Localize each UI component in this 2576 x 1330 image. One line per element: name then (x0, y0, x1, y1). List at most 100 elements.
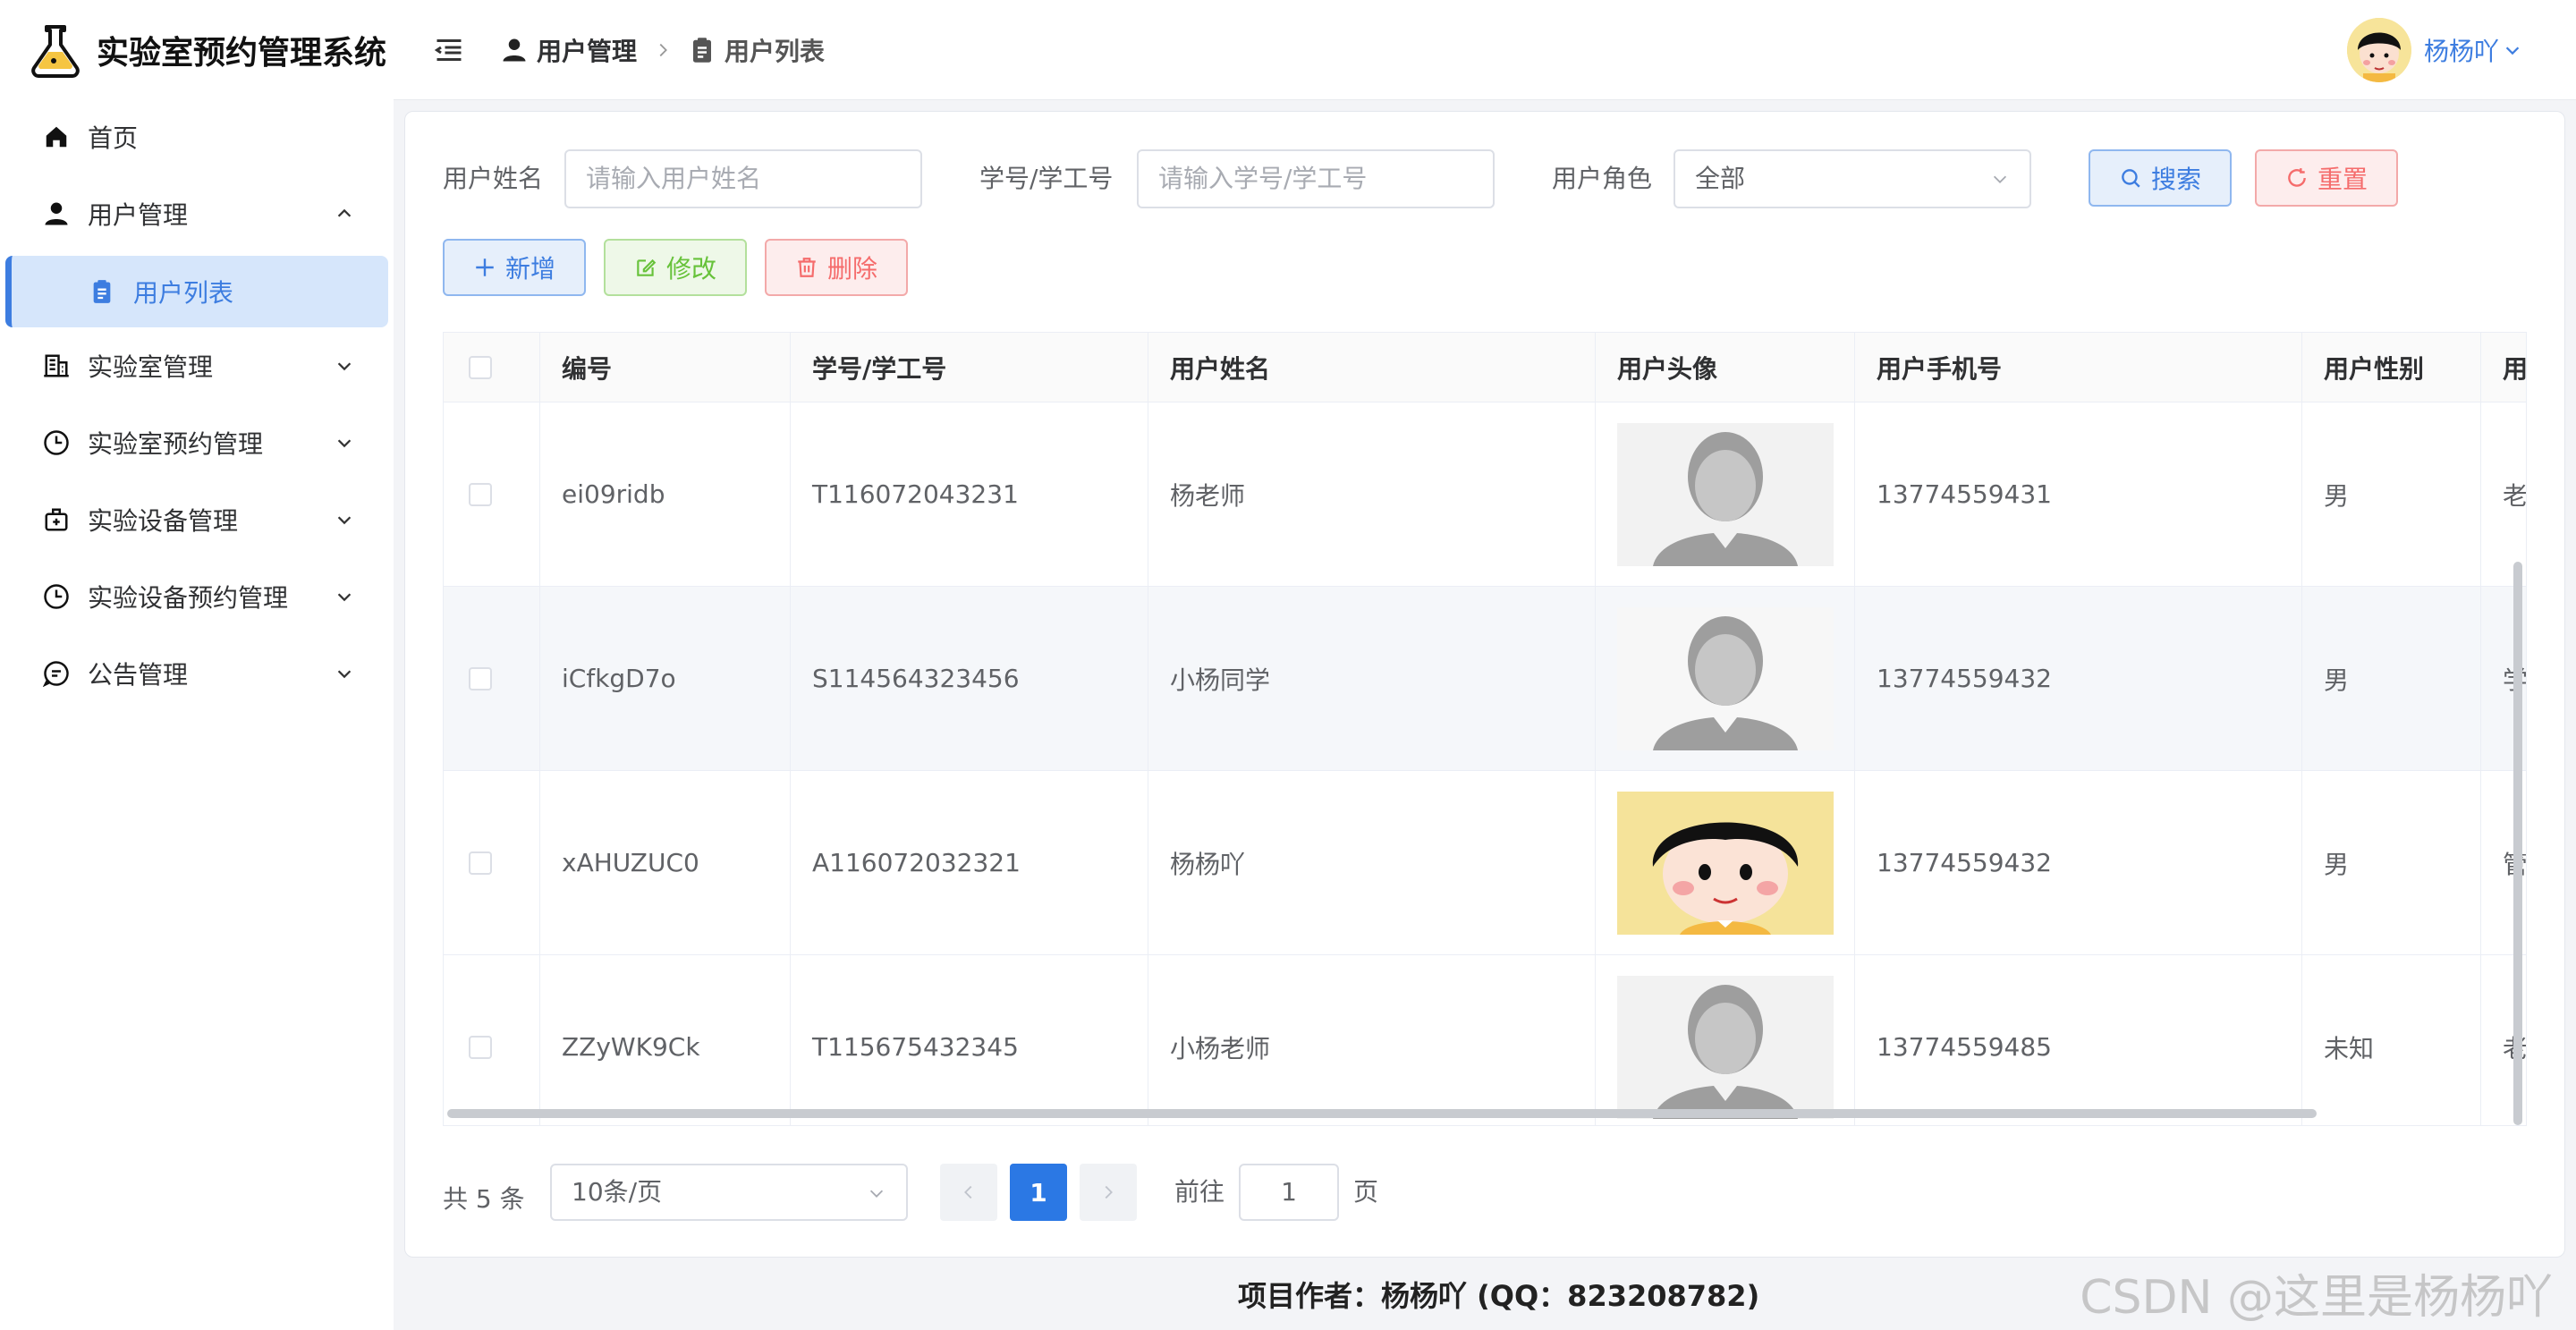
main-card: 用户姓名 请输入用户姓名 学号/学工号 请输入学号/学工号 用户角色 全部 搜索… (404, 111, 2565, 1258)
sidebar-item-label: 首页 (88, 123, 139, 153)
row-checkbox[interactable] (469, 482, 492, 506)
id-search-input[interactable]: 请输入学号/学工号 (1137, 149, 1495, 208)
sidebar-item-label: 实验设备预约管理 (88, 583, 289, 613)
sidebar-item-equipment-booking[interactable]: 实验设备预约管理 (0, 558, 394, 635)
clock-icon (41, 428, 72, 458)
delete-button[interactable]: 删除 (765, 239, 908, 296)
avatar (2346, 18, 2411, 82)
chat-icon (41, 658, 72, 689)
input-placeholder: 请输入用户姓名 (586, 164, 762, 193)
row-checkbox[interactable] (469, 851, 492, 875)
plus-icon (476, 258, 494, 276)
clipboard-icon (87, 276, 117, 307)
sidebar-item-lab-booking[interactable]: 实验室预约管理 (0, 404, 394, 481)
filter-label-name: 用户姓名 (443, 164, 544, 193)
select-all-checkbox[interactable] (469, 355, 492, 379)
sidebar-item-label: 实验室管理 (88, 352, 214, 382)
page-size-select[interactable]: 10条/页 (550, 1164, 908, 1221)
column-header[interactable]: 用户性别 (2302, 333, 2481, 402)
row-select-cell (444, 402, 540, 586)
cartoon-avatar-image[interactable] (1617, 791, 1834, 935)
cell-gender: 男 (2302, 587, 2481, 770)
table-row[interactable]: ei09ridb T116072043231 杨老师 13774559431 男… (444, 402, 2526, 587)
sidebar-item-label: 实验室预约管理 (88, 429, 264, 459)
next-page-button[interactable] (1080, 1164, 1137, 1221)
menu-collapse-icon[interactable] (433, 34, 465, 66)
table-row[interactable]: xAHUZUC0 A116072032321 杨杨吖 13774559432 男 (444, 771, 2526, 955)
add-button[interactable]: 新增 (443, 239, 586, 296)
sidebar-item-home[interactable]: 首页 (0, 98, 394, 175)
breadcrumb-item-current: 用户列表 (724, 37, 826, 66)
breadcrumb: 用户管理 用户列表 (501, 0, 825, 100)
chevron-up-icon (337, 208, 352, 217)
chevron-down-icon (1993, 175, 2007, 183)
column-header[interactable]: 用户手机号 (1855, 333, 2302, 402)
column-header[interactable]: 编号 (540, 333, 791, 402)
chevron-right-icon (659, 43, 667, 57)
default-avatar-image[interactable] (1617, 975, 1834, 1119)
sidebar-item-label: 实验设备管理 (88, 506, 239, 536)
page-number-button[interactable]: 1 (1010, 1164, 1067, 1221)
row-checkbox[interactable] (469, 1035, 492, 1059)
column-header[interactable]: 用 (2481, 333, 2526, 402)
sidebar-menu: 首页 用户管理 用户列表 实验室管理 实验室预约管理 实验设备管理 实验设备预约… (0, 98, 394, 712)
trash-icon (798, 258, 816, 277)
table-row[interactable]: ZZyWK9Ck T115675432345 小杨老师 13774559485 … (444, 955, 2526, 1125)
app-title: 实验室预约管理系统 (97, 35, 387, 72)
user-icon (503, 38, 526, 62)
sidebar-item-lab-management[interactable]: 实验室管理 (0, 327, 394, 404)
page-suffix-label: 页 (1353, 1177, 1379, 1207)
sidebar-item-user-management[interactable]: 用户管理 (0, 175, 394, 252)
chevron-down-icon (337, 439, 352, 448)
default-avatar-image[interactable] (1617, 422, 1834, 566)
goto-page-input[interactable]: 1 (1239, 1164, 1339, 1221)
user-menu[interactable]: 杨杨吖 (2346, 18, 2522, 82)
box-icon (41, 504, 72, 535)
cell-phone: 13774559431 (1855, 402, 2302, 586)
chevron-left-icon (964, 1185, 972, 1199)
sidebar: 实验室预约管理系统 首页 用户管理 用户列表 实验室管理 实验室预约管理 实验设… (0, 0, 394, 1330)
cell-student-id: T115675432345 (791, 955, 1148, 1125)
sidebar-item-label: 用户列表 (133, 278, 234, 308)
cell-role: 老 (2481, 402, 2526, 586)
chevron-down-icon (2505, 47, 2520, 55)
input-placeholder: 请输入学号/学工号 (1158, 164, 1368, 193)
search-icon (2122, 169, 2140, 188)
select-value: 10条/页 (572, 1177, 663, 1207)
cell-phone: 13774559485 (1855, 955, 2302, 1125)
vertical-scrollbar[interactable] (2513, 562, 2522, 1125)
sidebar-item-user-list[interactable]: 用户列表 (5, 256, 388, 327)
column-header[interactable]: 用户姓名 (1148, 333, 1596, 402)
search-button[interactable]: 搜索 (2089, 149, 2232, 207)
column-header[interactable]: 用户头像 (1596, 333, 1855, 402)
horizontal-scrollbar[interactable] (447, 1109, 2317, 1118)
breadcrumb-item[interactable]: 用户管理 (537, 32, 637, 68)
prev-page-button[interactable] (940, 1164, 997, 1221)
cell-student-id: S114564323456 (791, 587, 1148, 770)
row-select-cell (444, 587, 540, 770)
cell-id: ei09ridb (540, 402, 791, 586)
reset-button[interactable]: 重置 (2255, 149, 2398, 207)
name-search-input[interactable]: 请输入用户姓名 (564, 149, 922, 208)
footer-author: 项目作者：杨杨吖 (QQ：823208782) (1238, 1279, 1760, 1313)
sidebar-item-announcements[interactable]: 公告管理 (0, 635, 394, 712)
cell-avatar (1596, 402, 1855, 586)
select-value: 全部 (1695, 164, 1746, 193)
chevron-down-icon (337, 670, 352, 679)
role-select[interactable]: 全部 (1674, 149, 2031, 208)
table-header: 编号 学号/学工号 用户姓名 用户头像 用户手机号 用户性别 用 (444, 333, 2526, 402)
chevron-down-icon (337, 593, 352, 602)
refresh-icon (2288, 168, 2306, 187)
edit-button[interactable]: 修改 (604, 239, 747, 296)
table-row[interactable]: iCfkgD7o S114564323456 小杨同学 13774559432 … (444, 587, 2526, 771)
user-name: 杨杨吖 (2423, 37, 2499, 66)
user-table: 编号 学号/学工号 用户姓名 用户头像 用户手机号 用户性别 用 ei09rid… (443, 332, 2527, 1126)
chevron-down-icon (337, 362, 352, 371)
column-header[interactable]: 学号/学工号 (791, 333, 1148, 402)
cell-student-id: A116072032321 (791, 771, 1148, 954)
sidebar-item-equipment-management[interactable]: 实验设备管理 (0, 481, 394, 558)
app-logo[interactable]: 实验室预约管理系统 (27, 21, 386, 79)
cell-avatar (1596, 587, 1855, 770)
row-checkbox[interactable] (469, 666, 492, 690)
default-avatar-image[interactable] (1617, 606, 1834, 750)
